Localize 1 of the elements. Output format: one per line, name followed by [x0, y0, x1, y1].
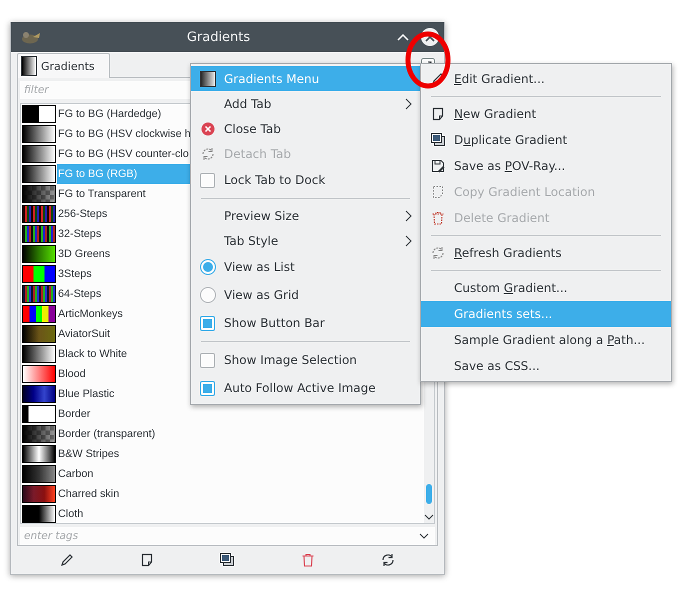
window-title: Gradients: [186, 30, 252, 44]
